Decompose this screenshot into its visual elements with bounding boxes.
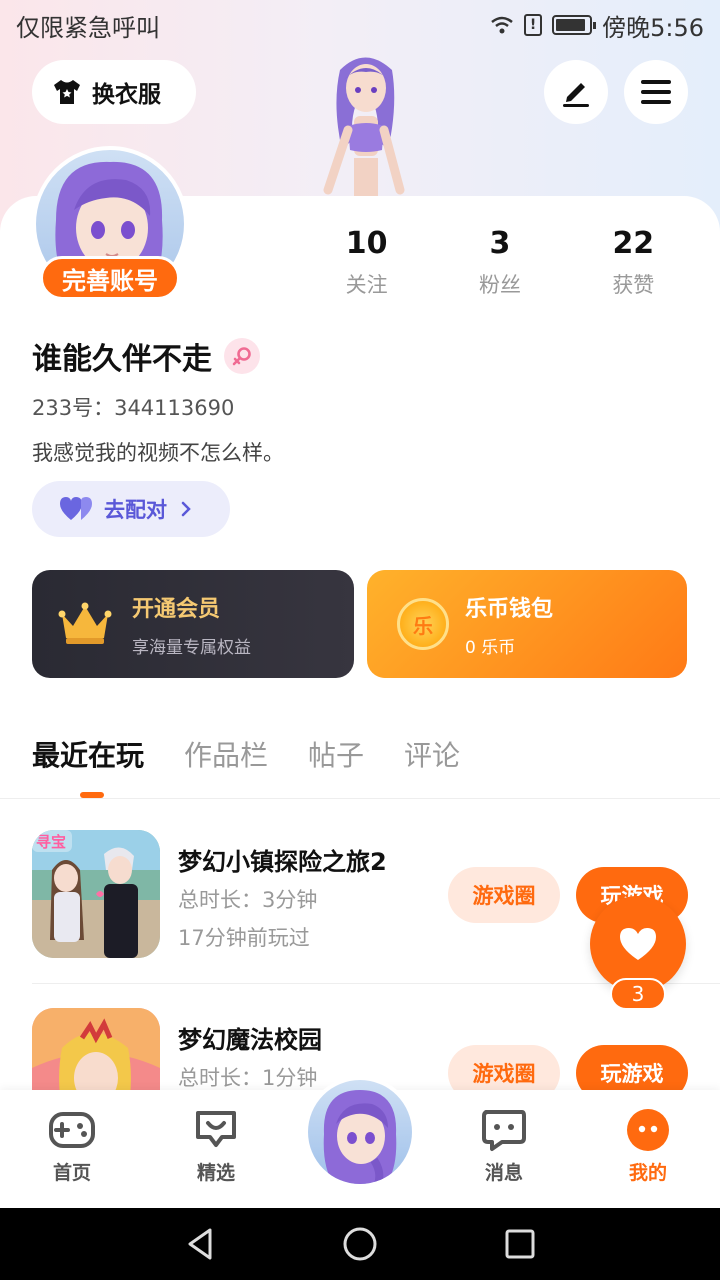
wallet-balance: 0 乐币 bbox=[465, 637, 516, 658]
user-id: 233号：344113690 bbox=[32, 396, 235, 420]
nav-avatar bbox=[308, 1080, 412, 1184]
nav-home[interactable]: 首页 bbox=[22, 1108, 122, 1185]
wifi-icon bbox=[491, 16, 513, 34]
coin-icon: 乐 bbox=[397, 598, 449, 650]
user-bio: 我感觉我的视频不怎么样。 bbox=[32, 441, 284, 465]
female-gender-icon bbox=[224, 338, 260, 374]
username: 谁能久伴不走 bbox=[32, 342, 212, 377]
coin-wallet-card[interactable]: 乐 乐币钱包 0 乐币 bbox=[367, 570, 687, 678]
stat-followers[interactable]: 3 粉丝 bbox=[433, 226, 566, 299]
edit-button[interactable] bbox=[544, 60, 608, 124]
profile-dots-icon bbox=[624, 1108, 672, 1152]
tab-comments[interactable]: 评论 bbox=[404, 734, 460, 774]
stat-following[interactable]: 10 关注 bbox=[300, 226, 433, 299]
tshirt-icon bbox=[54, 80, 80, 104]
profile-stats: 10 关注 3 粉丝 22 获赞 bbox=[300, 226, 700, 299]
username-row: 谁能久伴不走 bbox=[32, 334, 260, 378]
stat-value: 22 bbox=[612, 226, 655, 261]
system-nav-bar bbox=[0, 1208, 720, 1280]
chevron-right-icon bbox=[181, 501, 191, 517]
stat-value: 3 bbox=[489, 226, 511, 261]
tab-works[interactable]: 作品栏 bbox=[184, 734, 268, 774]
hamburger-icon bbox=[641, 80, 671, 104]
tab-posts[interactable]: 帖子 bbox=[308, 734, 364, 774]
avatar-character-figure bbox=[323, 57, 405, 200]
vip-title: 开通会员 bbox=[132, 596, 221, 622]
nav-label: 首页 bbox=[52, 1162, 91, 1184]
status-time: 傍晚5:56 bbox=[602, 13, 704, 42]
nav-featured[interactable]: 精选 bbox=[166, 1108, 266, 1185]
gamepad-icon bbox=[48, 1108, 96, 1152]
wallet-title: 乐币钱包 bbox=[465, 596, 554, 622]
heart-chat-icon bbox=[192, 1108, 240, 1152]
thumb-tag: 寻宝 bbox=[36, 833, 66, 851]
vip-subtitle: 享海量专属权益 bbox=[132, 637, 251, 658]
home-icon[interactable] bbox=[342, 1226, 378, 1262]
nav-me[interactable]: 我的 bbox=[598, 1108, 698, 1185]
stat-label: 粉丝 bbox=[478, 273, 521, 297]
heart-icon bbox=[620, 928, 656, 960]
change-outfit-button[interactable]: 换衣服 bbox=[32, 60, 196, 124]
nav-messages[interactable]: 消息 bbox=[454, 1108, 554, 1185]
profile-tabs: 最近在玩 作品栏 帖子 评论 bbox=[32, 734, 460, 798]
game-thumbnail[interactable]: 寻宝 bbox=[32, 830, 160, 958]
game-circle-button[interactable]: 游戏圈 bbox=[448, 867, 560, 923]
game-title: 梦幻魔法校园 bbox=[178, 1026, 322, 1054]
battery-icon bbox=[552, 15, 597, 35]
nav-label: 我的 bbox=[628, 1162, 667, 1184]
nav-label: 精选 bbox=[196, 1162, 235, 1184]
tab-recently-played[interactable]: 最近在玩 bbox=[32, 734, 144, 774]
sim-alert-icon: ! bbox=[524, 14, 543, 36]
stat-likes[interactable]: 22 获赞 bbox=[567, 226, 700, 299]
vip-membership-card[interactable]: 开通会员 享海量专属权益 bbox=[32, 570, 354, 678]
like-count-badge: 3 bbox=[610, 978, 666, 1010]
crown-icon bbox=[58, 602, 112, 644]
status-bar: 仅限紧急呼叫 ! 傍晚5:56 bbox=[0, 0, 720, 50]
match-button[interactable]: 去配对 bbox=[32, 481, 230, 537]
game-last-played: 17分钟前玩过 bbox=[178, 926, 310, 950]
menu-button[interactable] bbox=[624, 60, 688, 124]
game-duration: 总时长：1分钟 bbox=[178, 1066, 318, 1090]
stat-label: 获赞 bbox=[612, 273, 655, 297]
pen-icon bbox=[563, 83, 589, 107]
match-label: 去配对 bbox=[104, 498, 167, 522]
recents-icon[interactable] bbox=[504, 1228, 536, 1260]
change-outfit-label: 换衣服 bbox=[92, 82, 161, 108]
game-duration: 总时长：3分钟 bbox=[178, 888, 318, 912]
game-title: 梦幻小镇探险之旅2 bbox=[178, 848, 387, 876]
back-icon[interactable] bbox=[184, 1226, 216, 1262]
complete-account-badge[interactable]: 完善账号 bbox=[40, 256, 180, 300]
nav-label: 消息 bbox=[484, 1162, 523, 1184]
stat-label: 关注 bbox=[345, 273, 388, 297]
message-icon bbox=[480, 1108, 528, 1152]
nav-avatar-button[interactable] bbox=[304, 1076, 416, 1188]
stat-value: 10 bbox=[345, 226, 388, 261]
double-heart-icon bbox=[60, 497, 92, 520]
carrier-text: 仅限紧急呼叫 bbox=[16, 13, 160, 42]
